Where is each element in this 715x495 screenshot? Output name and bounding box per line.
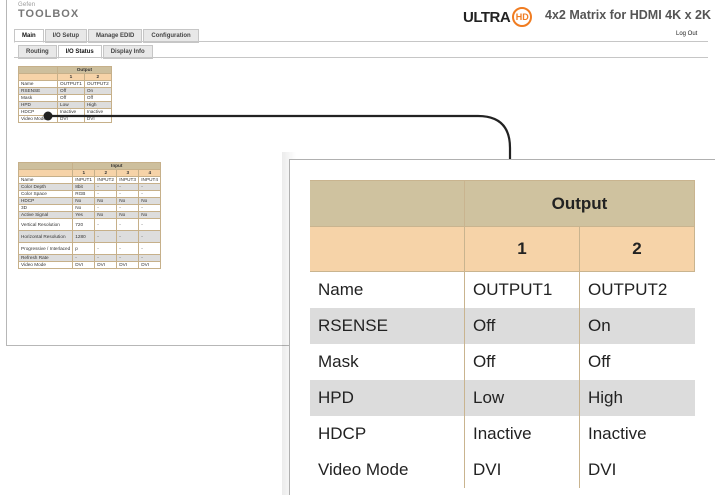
table-row: RSENSE Off On [310,308,695,344]
row-label: HPD [310,380,465,416]
table-cell: On [579,308,695,344]
table-cell: OUTPUT1 [464,271,580,308]
table-cell: Off [579,344,695,380]
table-row: Mask Off Off [310,344,695,380]
table-cell: DVI [464,452,580,488]
column-header: 1 [464,226,580,272]
table-cell: Inactive [579,416,695,452]
table-cell: OUTPUT2 [579,271,695,308]
table-row: HPD Low High [310,380,695,416]
row-label: Mask [318,352,359,371]
table-row: HDCP Inactive Inactive [310,416,695,452]
table-cell: Inactive [464,416,580,452]
row-label: HDCP [318,424,367,443]
table-cell: Off [464,344,580,380]
table-cell: Off [464,308,580,344]
callout-line [48,114,512,159]
callout-dot [43,111,53,121]
row-label: RSENSE [310,308,465,344]
zoom-output-title: Output [464,180,695,227]
row-label: Name [318,280,364,299]
output-status-zoom-table: Output 12 Name OUTPUT1 OUTPUT2 RSENSE Off On… [310,180,695,488]
table-corner [310,180,465,227]
table-cell: Low [464,380,580,416]
table-corner [310,226,465,272]
column-header: 2 [579,226,695,272]
table-row: Name OUTPUT1 OUTPUT2 [310,271,695,308]
table-cell: High [579,380,695,416]
table-row: Video Mode DVI DVI [310,452,695,488]
row-label: Video Mode [318,460,409,479]
table-cell: DVI [579,452,695,488]
